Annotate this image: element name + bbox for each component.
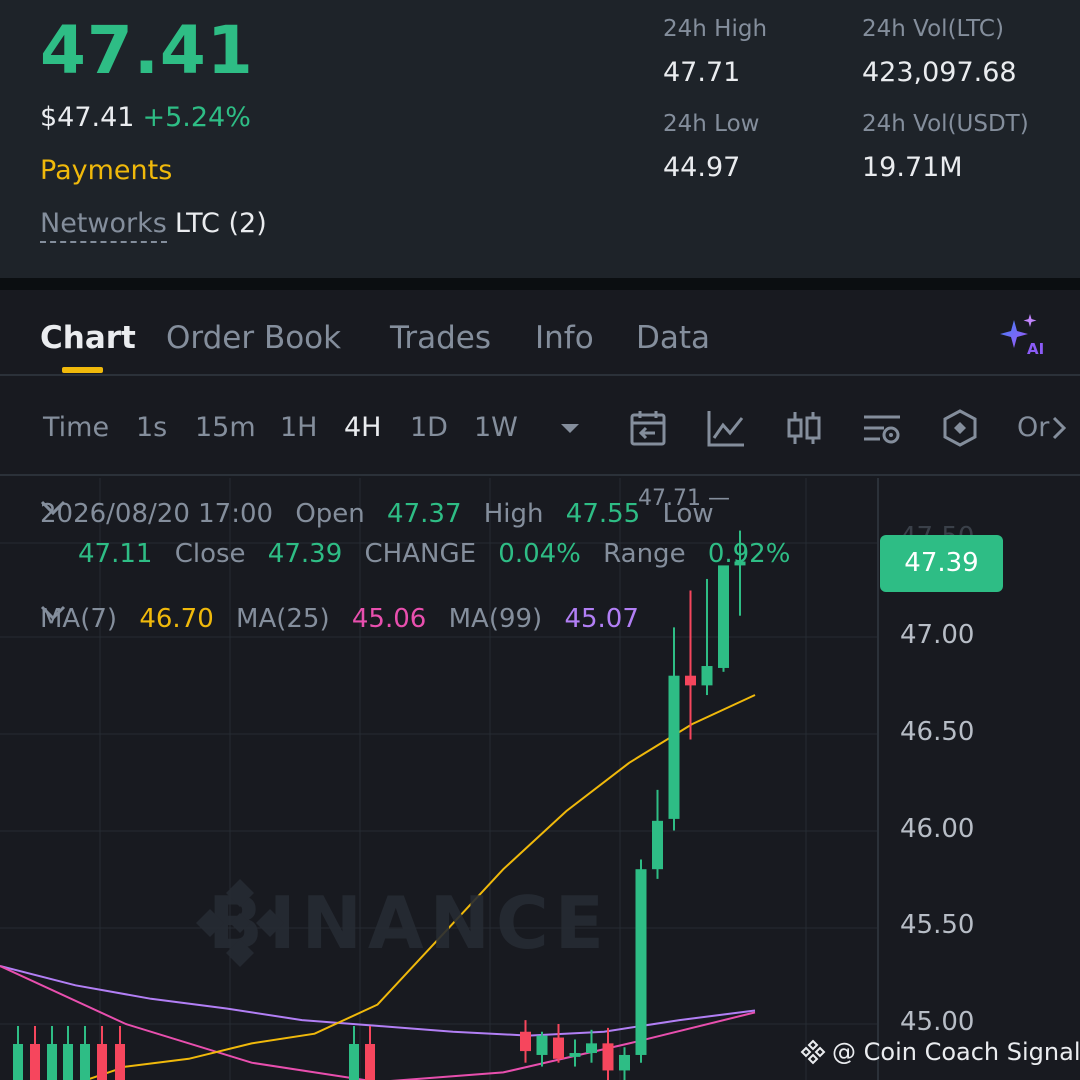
low-24h-label: 24h Low (663, 111, 760, 137)
chevron-down-icon[interactable] (550, 408, 590, 448)
candle-body (13, 1044, 23, 1080)
timeframe-1s[interactable]: 1s (136, 412, 167, 443)
candle-body (635, 869, 647, 1055)
candle-body (652, 820, 663, 870)
tab-order-book[interactable]: Order Book (166, 320, 341, 356)
low-24h-value: 44.97 (663, 152, 741, 183)
high-value: 47.55 (565, 499, 641, 529)
price-change-percent: +5.24% (142, 102, 251, 133)
high-label: High (483, 499, 544, 529)
fiat-price: $47.41 (40, 102, 135, 133)
candle-body (80, 1044, 90, 1080)
networks-row[interactable]: Networks LTC (2) (40, 208, 267, 243)
y-tick: 45.00 (900, 1007, 975, 1037)
tab-data[interactable]: Data (636, 320, 710, 356)
tab-bar: Chart Order Book Trades Info Data (0, 290, 1080, 376)
candle-body (685, 675, 696, 686)
vol-base-label: 24h Vol(LTC) (862, 16, 1004, 42)
vol-quote-value: 19.71M (862, 152, 963, 183)
binance-logo-icon (800, 1039, 826, 1065)
vol-base-value: 423,097.68 (862, 57, 1017, 88)
candle-body (115, 1044, 125, 1080)
y-tick: 47.00 (900, 620, 975, 650)
ma-row: MA(7) 46.70 MA(25) 45.06 MA(99) 45.07 (40, 604, 639, 634)
ai-sparkle-icon[interactable]: AI (998, 312, 1044, 358)
candle-body (47, 1044, 57, 1080)
tab-chart[interactable]: Chart (40, 320, 136, 356)
svg-text:AI: AI (1027, 340, 1044, 358)
change-value: 0.04% (498, 539, 581, 569)
candle-body (553, 1037, 564, 1059)
open-value: 47.37 (387, 499, 462, 529)
timeframe-1w[interactable]: 1W (474, 412, 518, 443)
tab-trades[interactable]: Trades (390, 320, 491, 356)
low-value: 47.11 (78, 539, 153, 569)
active-tab-indicator (62, 367, 103, 373)
ma25-label: MA(25) (236, 604, 330, 634)
candle-body (718, 565, 729, 668)
vol-quote-label: 24h Vol(USDT) (862, 111, 1029, 137)
ohlc-row-1: 2026/08/20 17:00 Open 47.37 High 47.55 L… (40, 499, 714, 529)
candle-body (602, 1043, 614, 1071)
tab-info[interactable]: Info (535, 320, 594, 356)
y-tick: 46.00 (900, 814, 975, 844)
fiat-price-line: $47.41 +5.24% (40, 102, 251, 133)
networks-value: LTC (2) (174, 208, 267, 239)
binance-logo-icon (196, 879, 284, 967)
candle-body (520, 1031, 531, 1052)
depth-icon[interactable] (940, 408, 980, 448)
ma99-label: MA(99) (448, 604, 543, 634)
high-24h-value: 47.71 (663, 57, 741, 88)
candle-body (569, 1053, 581, 1057)
close-label: Close (174, 539, 246, 569)
y-tick: 46.50 (900, 717, 975, 747)
candle-type-icon[interactable] (784, 408, 824, 448)
credit-watermark: @ Coin Coach Signals (800, 1038, 1080, 1066)
candle-body (349, 1044, 359, 1080)
credit-text: @ Coin Coach Signals (832, 1038, 1080, 1066)
ma7-value: 46.70 (139, 604, 214, 634)
candle-body (701, 666, 713, 686)
timeframe-15m[interactable]: 15m (195, 412, 256, 443)
candle-datetime: 2026/08/20 17:00 (40, 499, 274, 529)
networks-label[interactable]: Networks (40, 208, 167, 243)
chart-toolbar: Time 1s 15m 1H 4H 1D 1W Or (0, 378, 1080, 476)
ohlc-row-2: 47.11 Close 47.39 CHANGE 0.04% Range 0.9… (78, 539, 790, 569)
timeframe-time[interactable]: Time (43, 412, 109, 443)
range-label: Range (603, 539, 686, 569)
calendar-back-icon[interactable] (628, 408, 668, 448)
close-value: 47.39 (267, 539, 343, 569)
ticker-header: 47.41 $47.41 +5.24% Payments Networks LTC … (0, 0, 1080, 278)
ma25-value: 45.06 (351, 604, 427, 634)
timeframe-1h[interactable]: 1H (280, 412, 317, 443)
change-label: CHANGE (364, 539, 477, 569)
candle-body (97, 1044, 107, 1080)
candlestick-chart[interactable]: BINANCE 47.71 — 2026/08/20 17:00 Open 47… (0, 478, 1080, 1080)
candle-body (30, 1044, 40, 1080)
current-price-tag: 47.39 (880, 535, 1003, 592)
indicator-chart-icon[interactable] (706, 408, 746, 448)
candle-body (586, 1043, 597, 1054)
candle-body (668, 675, 680, 819)
y-tick: 45.50 (900, 910, 975, 940)
timeframe-4h[interactable]: 4H (344, 412, 381, 443)
timeframe-1d[interactable]: 1D (410, 412, 448, 443)
candle-body (365, 1044, 375, 1080)
collapse-chevron-icon[interactable] (40, 604, 66, 622)
candle-body (536, 1035, 548, 1055)
open-label: Open (295, 499, 365, 529)
section-divider (0, 278, 1080, 290)
binance-watermark: BINANCE (190, 873, 610, 973)
settings-sliders-icon[interactable] (862, 408, 902, 448)
low-label: Low (662, 499, 714, 529)
range-value: 0.92% (707, 539, 791, 569)
collapse-chevron-icon[interactable] (40, 499, 66, 517)
ma99-value: 45.07 (564, 604, 639, 634)
last-price: 47.41 (40, 12, 254, 89)
candle-body (63, 1044, 73, 1080)
candle-body (619, 1054, 630, 1071)
chevron-right-icon[interactable] (1040, 408, 1080, 448)
high-24h-label: 24h High (663, 16, 768, 42)
category-tag[interactable]: Payments (40, 155, 172, 186)
